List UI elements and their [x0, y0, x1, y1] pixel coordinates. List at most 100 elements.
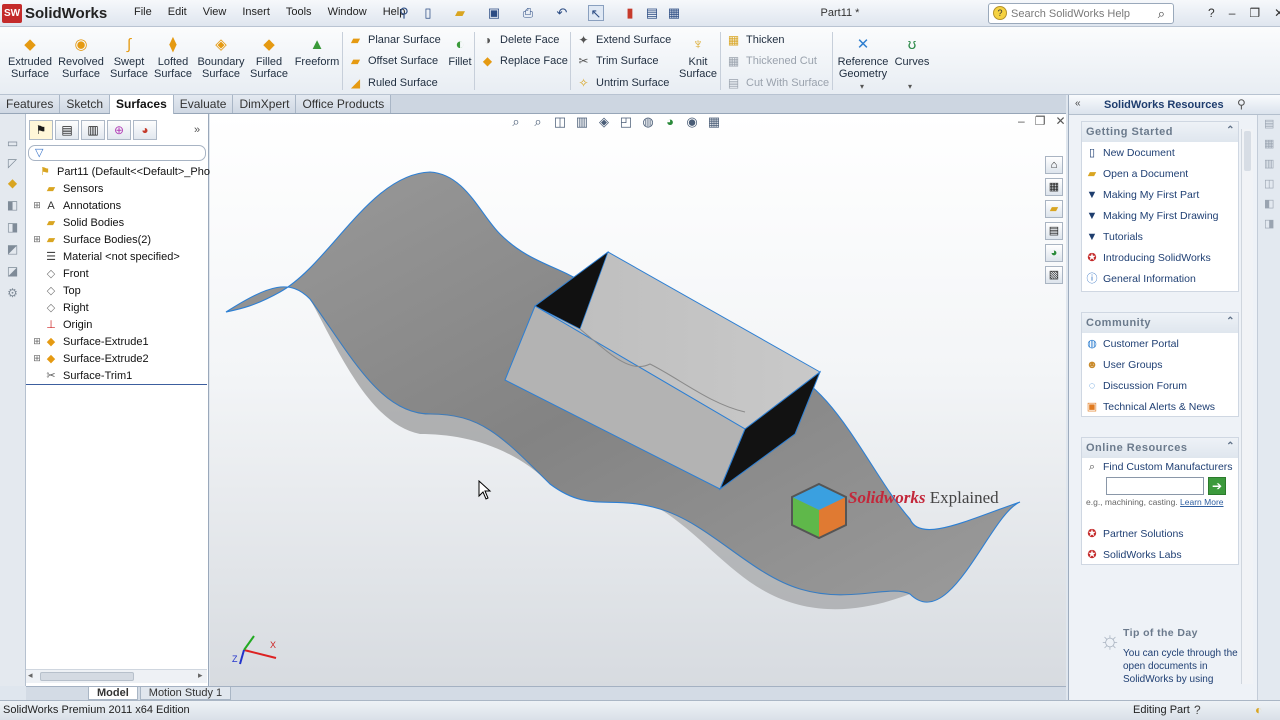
restore-icon[interactable]: ❐ — [1249, 6, 1260, 20]
tree-item[interactable]: ▰ Sensors — [32, 180, 104, 197]
tab-features[interactable]: Features — [0, 95, 61, 113]
tab-sketch[interactable]: Sketch — [60, 95, 111, 113]
cut-with-surface-button[interactable]: ▤ Cut With Surface — [726, 74, 829, 92]
menu-window[interactable]: Window — [320, 6, 375, 18]
revolved-surface-button[interactable]: ◉ Revolved Surface — [57, 37, 105, 81]
boundary-surface-button[interactable]: ◈ Boundary Surface — [197, 37, 245, 81]
manufacturer-search-input[interactable] — [1106, 477, 1204, 495]
tab-surfaces[interactable]: Surfaces — [110, 95, 174, 114]
tree-filter[interactable]: ▽ — [28, 145, 206, 161]
tree-item[interactable]: ⊞ ▰ Surface Bodies(2) — [32, 231, 151, 248]
expand-plus-icon[interactable]: ⊞ — [32, 353, 42, 364]
fillet-button[interactable]: ◐ Fillet — [442, 37, 478, 69]
expand-plus-icon[interactable]: ⊞ — [32, 336, 42, 347]
pattern-icon[interactable]: ⚙ — [5, 286, 20, 301]
section-header[interactable]: Getting Started ⌃ — [1082, 122, 1238, 142]
link-partner-solutions[interactable]: ✪ Partner Solutions — [1082, 523, 1238, 544]
go-arrow-icon[interactable]: ➔ — [1208, 477, 1226, 495]
filled-surface-button[interactable]: ◆ Filled Surface — [245, 37, 293, 81]
learn-more-link[interactable]: Learn More — [1180, 497, 1223, 507]
tree-item[interactable]: ◇ Front — [32, 265, 89, 282]
scroll-right-icon[interactable]: ▸ — [198, 670, 203, 681]
reference-geometry-button[interactable]: ✕ Reference Geometry — [836, 37, 890, 81]
revolve-icon[interactable]: ◧ — [5, 198, 20, 213]
help-status-icon[interactable]: ? — [1194, 703, 1201, 717]
tree-horizontal-scrollbar[interactable]: ◂ ▸ — [26, 669, 207, 683]
link-new-document[interactable]: ▯ New Document — [1082, 142, 1238, 163]
lofted-surface-button[interactable]: ⧫ Lofted Surface — [149, 37, 197, 81]
tree-item[interactable]: ⊞ A Annotations — [32, 197, 121, 214]
delete-face-button[interactable]: ◑ Delete Face — [480, 31, 559, 49]
scroll-thumb[interactable] — [40, 672, 134, 681]
tab-office-products[interactable]: Office Products — [296, 95, 392, 113]
link-tutorials[interactable]: ▼ Tutorials — [1082, 226, 1238, 247]
pin-icon[interactable]: ⚲ — [1237, 97, 1246, 111]
tree-item[interactable]: ⊞ ◆ Surface-Extrude1 — [32, 333, 148, 350]
link-open-a-document[interactable]: ▰ Open a Document — [1082, 163, 1238, 184]
new-document-icon[interactable]: ▯ — [420, 5, 436, 21]
rebuild-icon[interactable]: ▮ — [622, 5, 638, 21]
curves-button[interactable]: ʊ Curves — [890, 37, 934, 69]
side-tab-icon[interactable]: ◨ — [1264, 217, 1274, 230]
pin-icon[interactable]: ⚲ — [396, 5, 412, 21]
sweep-icon[interactable]: ◨ — [5, 220, 20, 235]
tree-item[interactable]: ⊥ Origin — [32, 316, 92, 333]
side-tab-icon[interactable]: ▤ — [1264, 117, 1274, 130]
link-general-information[interactable]: ⓘ General Information — [1082, 268, 1238, 289]
task-pane-scrollbar[interactable] — [1241, 129, 1253, 684]
property-manager-tab-icon[interactable]: ▤ — [55, 120, 79, 140]
menu-edit[interactable]: Edit — [160, 6, 195, 18]
reference-geometry-dropdown-icon[interactable]: ▾ — [860, 82, 864, 91]
solidworks-logo[interactable]: SW SolidWorks — [2, 3, 120, 24]
tab-evaluate[interactable]: Evaluate — [173, 95, 234, 113]
section-header[interactable]: Online Resources ⌃ — [1082, 438, 1238, 458]
thickened-cut-button[interactable]: ▦ Thickened Cut — [726, 52, 817, 70]
menu-tools[interactable]: Tools — [278, 6, 320, 18]
link-user-groups[interactable]: ☻ User Groups — [1082, 354, 1238, 375]
tree-item[interactable]: ▰ Solid Bodies — [32, 214, 124, 231]
untrim-surface-button[interactable]: ✧ Untrim Surface — [576, 74, 669, 92]
link-customer-portal[interactable]: ◍ Customer Portal — [1082, 333, 1238, 354]
close-icon[interactable]: ✕ — [1274, 6, 1280, 20]
curves-dropdown-icon[interactable]: ▾ — [908, 82, 912, 91]
collapse-chevron-icon[interactable]: ⌃ — [1226, 441, 1235, 452]
rollback-bar[interactable] — [26, 384, 207, 385]
scroll-thumb[interactable] — [1244, 131, 1251, 171]
3d-model[interactable] — [210, 114, 1066, 686]
scroll-left-icon[interactable]: ◂ — [28, 670, 33, 681]
section-header[interactable]: Community ⌃ — [1082, 313, 1238, 333]
side-tab-icon[interactable]: ▥ — [1264, 157, 1274, 170]
help-icon[interactable]: ? — [1208, 6, 1215, 20]
tree-item[interactable]: ✂ Surface-Trim1 — [32, 367, 132, 384]
extruded-surface-button[interactable]: ◆ Extruded Surface — [6, 37, 54, 81]
search-icon[interactable]: ⌕ — [1158, 6, 1165, 22]
print-icon[interactable]: ⎙ — [520, 5, 536, 21]
tree-item[interactable]: ◇ Right — [32, 299, 89, 316]
side-tab-icon[interactable]: ◫ — [1264, 177, 1274, 190]
tree-item[interactable]: ⚑ Part11 (Default<<Default>_Pho — [26, 163, 210, 180]
graphics-area[interactable]: ⌕ ⌕ ◫ ▥ ◈ ◰ ◍ ◕ ◉ ▦ – ❐ ✕ ⌂ ▦ ▰ ▤ ◕ ▧ X … — [210, 114, 1066, 686]
ruled-surface-button[interactable]: ◢ Ruled Surface — [348, 74, 438, 92]
display-manager-tab-icon[interactable]: ◕ — [133, 120, 157, 140]
extend-surface-button[interactable]: ✦ Extend Surface — [576, 31, 671, 49]
expand-panel-icon[interactable]: » — [194, 124, 200, 136]
sketch-icon[interactable]: ▭ — [5, 136, 20, 151]
link-discussion-forum[interactable]: ◌ Discussion Forum — [1082, 375, 1238, 396]
collapse-chevron-icon[interactable]: ⌃ — [1226, 316, 1235, 327]
search-box[interactable]: ? Search SolidWorks Help ⌕ — [988, 3, 1174, 24]
planar-surface-button[interactable]: ▰ Planar Surface — [348, 31, 441, 49]
smart-dimension-icon[interactable]: ◸ — [5, 156, 20, 171]
collapse-chevron-icon[interactable]: ⌃ — [1226, 125, 1235, 136]
side-tab-icon[interactable]: ◧ — [1264, 197, 1274, 210]
search-input[interactable]: Search SolidWorks Help — [1011, 8, 1130, 20]
link-solidworks-labs[interactable]: ✪ SolidWorks Labs — [1082, 544, 1238, 565]
side-tab-icon[interactable]: ▦ — [1264, 137, 1274, 150]
replace-face-button[interactable]: ◆ Replace Face — [480, 52, 568, 70]
offset-surface-button[interactable]: ▰ Offset Surface — [348, 52, 438, 70]
menu-insert[interactable]: Insert — [234, 6, 278, 18]
tree-item[interactable]: ⊞ ◆ Surface-Extrude2 — [32, 350, 148, 367]
tab-motion-study-1[interactable]: Motion Study 1 — [139, 687, 232, 700]
tab-model[interactable]: Model — [88, 687, 138, 700]
menu-file[interactable]: File — [126, 6, 160, 18]
menu-view[interactable]: View — [195, 6, 235, 18]
